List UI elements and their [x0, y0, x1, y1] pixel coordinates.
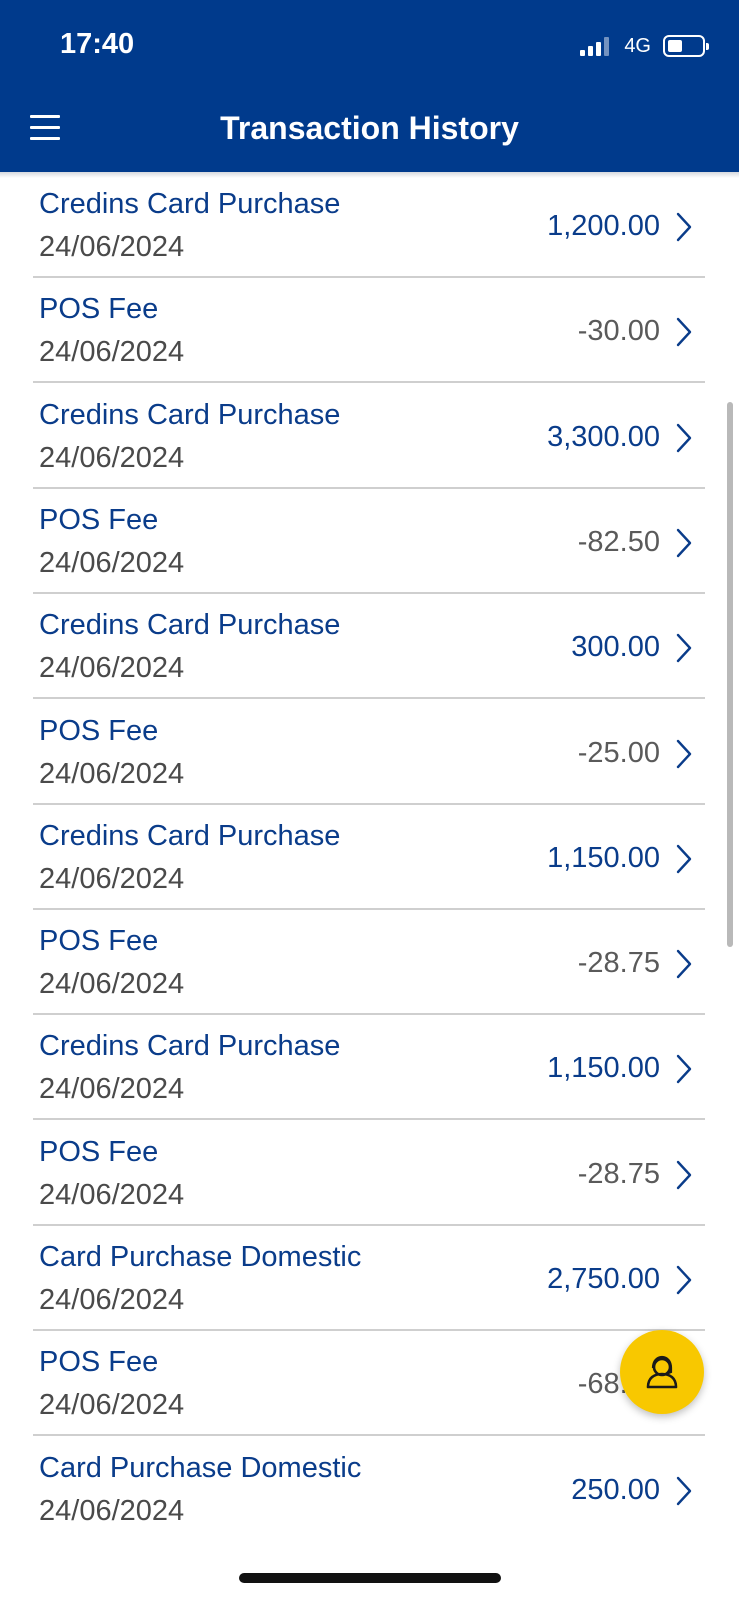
- transaction-date: 24/06/2024: [39, 1494, 185, 1527]
- transaction-amount: 300.00: [571, 631, 660, 664]
- transaction-title: Credins Card Purchase: [39, 188, 341, 220]
- transaction-title: POS Fee: [39, 714, 159, 747]
- transaction-row[interactable]: POS Fee 24/06/2024 -82.50: [33, 489, 705, 594]
- transaction-row[interactable]: Credins Card Purchase 24/06/2024 1,150.00: [33, 1015, 705, 1121]
- transaction-title: POS Fee: [39, 293, 159, 326]
- transaction-title: Credins Card Purchase: [39, 398, 341, 431]
- transaction-date: 24/06/2024: [39, 757, 185, 790]
- chevron-right-icon[interactable]: [675, 948, 693, 980]
- transaction-amount: 3,300.00: [547, 420, 660, 453]
- transaction-title: Card Purchase Domestic: [39, 1241, 362, 1273]
- transaction-list[interactable]: Credins Card Purchase 24/06/2024 1,200.00 P…: [0, 172, 739, 1534]
- transaction-date: 24/06/2024: [39, 336, 185, 369]
- transaction-amount: -25.00: [577, 736, 660, 769]
- chevron-right-icon[interactable]: [675, 1159, 693, 1191]
- battery-icon: [663, 35, 709, 57]
- transaction-title: POS Fee: [39, 925, 159, 958]
- chevron-right-icon[interactable]: [675, 1264, 693, 1296]
- transaction-title: Credins Card Purchase: [39, 819, 341, 852]
- transaction-row[interactable]: Credins Card Purchase 24/06/2024 3,300.00: [33, 384, 705, 489]
- chevron-right-icon[interactable]: [675, 316, 693, 348]
- transaction-date: 24/06/2024: [39, 652, 185, 685]
- chevron-right-icon[interactable]: [675, 738, 693, 770]
- transaction-title: Credins Card Purchase: [39, 609, 341, 642]
- transaction-amount: 2,750.00: [547, 1263, 660, 1295]
- transaction-date: 24/06/2024: [39, 231, 185, 263]
- support-button[interactable]: [620, 1330, 704, 1414]
- transaction-title: Credins Card Purchase: [39, 1030, 341, 1063]
- transaction-amount: -30.00: [577, 315, 660, 348]
- transaction-date: 24/06/2024: [39, 968, 185, 1001]
- transaction-row[interactable]: POS Fee 24/06/2024 -28.75: [33, 1121, 705, 1226]
- signal-icon: [580, 36, 612, 56]
- transaction-date: 24/06/2024: [39, 862, 185, 895]
- transaction-title: POS Fee: [39, 1135, 159, 1168]
- transaction-row[interactable]: POS Fee 24/06/2024 -25.00: [33, 700, 705, 805]
- transaction-date: 24/06/2024: [39, 1389, 185, 1422]
- chevron-right-icon[interactable]: [675, 843, 693, 875]
- transaction-date: 24/06/2024: [39, 441, 185, 474]
- transaction-row[interactable]: Credins Card Purchase 24/06/2024 1,150.00: [33, 805, 705, 910]
- chevron-right-icon[interactable]: [675, 211, 693, 243]
- transaction-row[interactable]: Credins Card Purchase 24/06/2024 1,200.00: [33, 173, 705, 278]
- chevron-right-icon[interactable]: [675, 422, 693, 454]
- transaction-title: POS Fee: [39, 503, 159, 536]
- transaction-amount: 1,200.00: [547, 210, 660, 242]
- status-indicators: 4G: [580, 33, 709, 59]
- transaction-row[interactable]: POS Fee 24/06/2024 -68.75: [33, 1331, 705, 1437]
- transaction-amount: 250.00: [571, 1473, 660, 1506]
- support-agent-icon: [646, 1355, 678, 1389]
- network-type: 4G: [624, 34, 651, 57]
- chevron-right-icon[interactable]: [675, 1475, 693, 1507]
- page-title: Transaction History: [220, 110, 519, 146]
- status-time: 17:40: [60, 28, 135, 60]
- transaction-date: 24/06/2024: [39, 546, 185, 579]
- transaction-amount: 1,150.00: [547, 841, 660, 874]
- transaction-amount: 1,150.00: [547, 1052, 660, 1085]
- transaction-date: 24/06/2024: [39, 1073, 185, 1106]
- transaction-row[interactable]: Credins Card Purchase 24/06/2024 300.00: [33, 594, 705, 700]
- transaction-title: Card Purchase Domestic: [39, 1451, 362, 1484]
- transaction-title: POS Fee: [39, 1346, 159, 1379]
- transaction-amount: -28.75: [577, 947, 660, 980]
- transaction-amount: -28.75: [577, 1157, 660, 1190]
- transaction-row[interactable]: Card Purchase Domestic 24/06/2024 2,750.00: [33, 1226, 705, 1331]
- transaction-row[interactable]: POS Fee 24/06/2024 -30.00: [33, 278, 705, 384]
- transaction-date: 24/06/2024: [39, 1284, 185, 1316]
- chevron-right-icon[interactable]: [675, 1053, 693, 1085]
- chevron-right-icon[interactable]: [675, 527, 693, 559]
- app-header: 17:40 4G Transaction History: [0, 0, 739, 172]
- transaction-amount: -82.50: [577, 525, 660, 558]
- transaction-date: 24/06/2024: [39, 1178, 185, 1211]
- transaction-row[interactable]: Card Purchase Domestic 24/06/2024 250.00: [33, 1437, 705, 1534]
- chevron-right-icon[interactable]: [675, 632, 693, 664]
- home-indicator[interactable]: [239, 1573, 501, 1583]
- transaction-row[interactable]: POS Fee 24/06/2024 -28.75: [33, 910, 705, 1016]
- scrollbar[interactable]: [727, 402, 733, 947]
